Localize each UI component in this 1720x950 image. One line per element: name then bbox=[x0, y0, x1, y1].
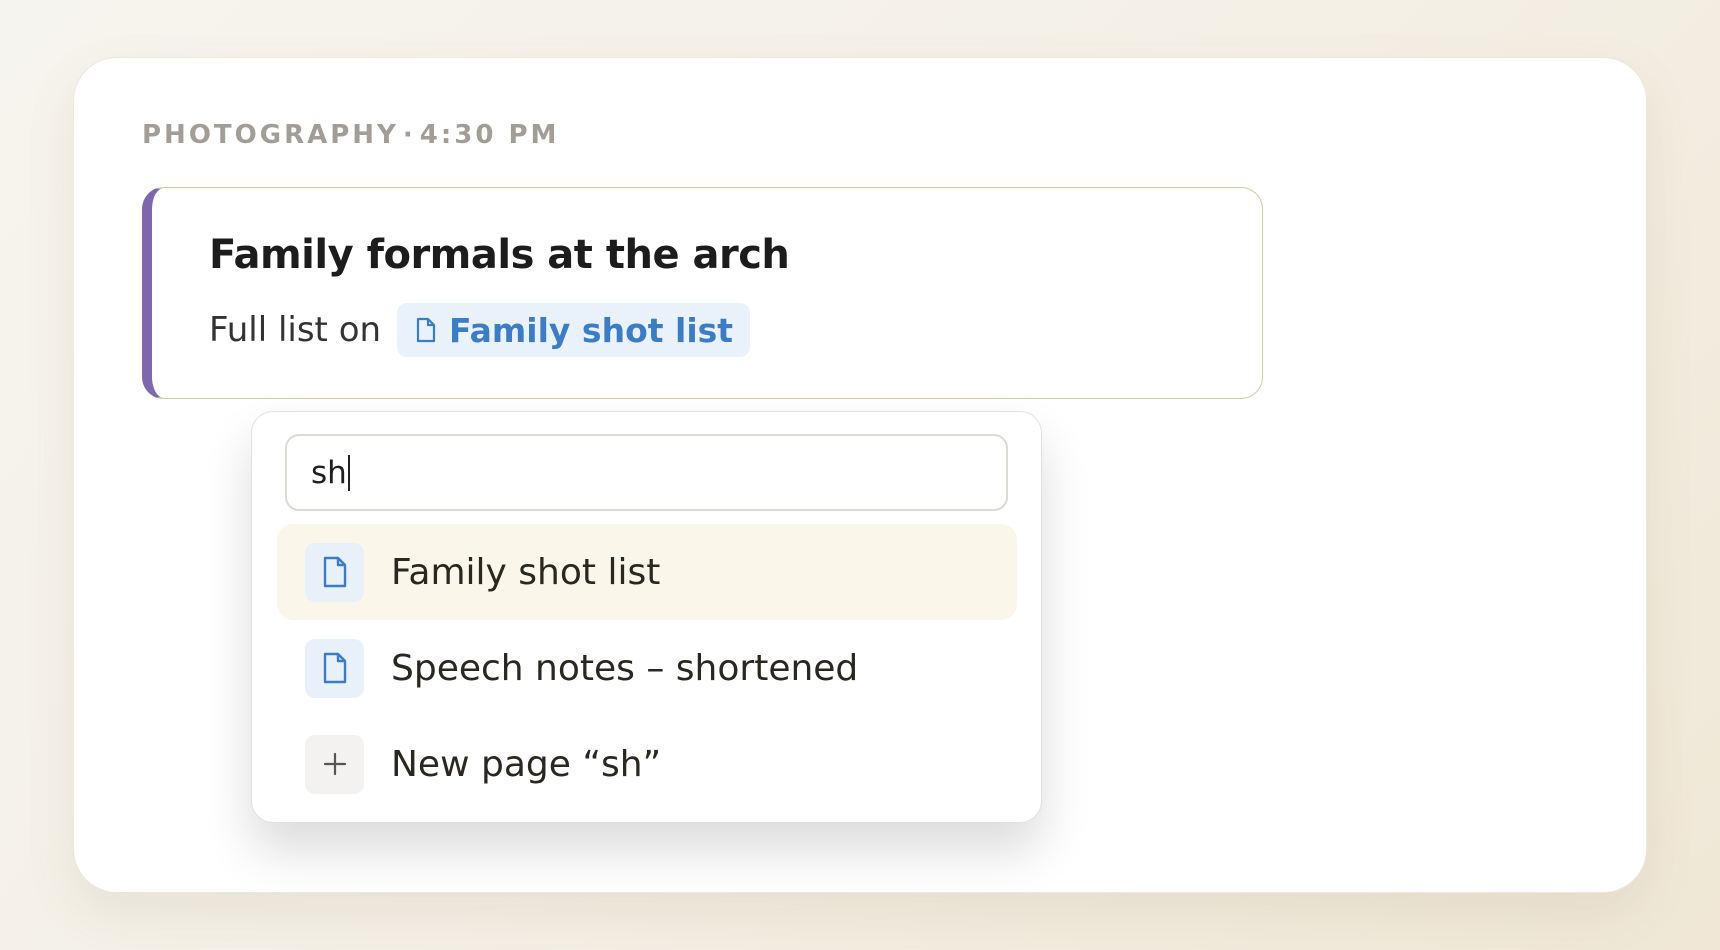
time-label: 4:30 PM bbox=[419, 120, 560, 150]
text-caret bbox=[347, 454, 351, 491]
block-title: Family formals at the arch bbox=[209, 232, 790, 278]
page-link-label: Family shot list bbox=[449, 310, 734, 350]
item-icon-box bbox=[305, 638, 364, 698]
suggestion-item-family-shot-list[interactable]: Family shot list bbox=[277, 524, 1017, 620]
search-input[interactable]: sh bbox=[285, 434, 1008, 511]
page-link-chip[interactable]: Family shot list bbox=[397, 303, 751, 357]
item-icon-box bbox=[305, 542, 364, 602]
suggestion-item-new-page[interactable]: New page “sh” bbox=[277, 716, 1017, 812]
suggestion-label: New page “sh” bbox=[391, 743, 662, 785]
item-icon-box bbox=[305, 734, 364, 794]
callout-block[interactable]: Family formals at the arch Full list on … bbox=[142, 187, 1263, 399]
search-query: sh bbox=[311, 454, 347, 491]
plus-icon bbox=[323, 752, 346, 776]
suggestion-label: Speech notes – shortened bbox=[391, 647, 859, 689]
document-icon bbox=[323, 556, 346, 588]
document-icon bbox=[323, 652, 346, 684]
mention-popup: sh Family shot list Speech notes – short… bbox=[251, 411, 1042, 823]
suggestion-item-speech-notes[interactable]: Speech notes – shortened bbox=[277, 620, 1017, 716]
category-label: PHOTOGRAPHY bbox=[142, 120, 399, 150]
block-text-line: Full list on Family shot list bbox=[209, 303, 751, 357]
section-meta: PHOTOGRAPHY · 4:30 PM bbox=[142, 120, 559, 150]
link-prefix-text: Full list on bbox=[209, 310, 382, 350]
meta-separator: · bbox=[402, 120, 416, 150]
document-icon bbox=[416, 317, 436, 343]
suggestion-label: Family shot list bbox=[391, 551, 661, 593]
